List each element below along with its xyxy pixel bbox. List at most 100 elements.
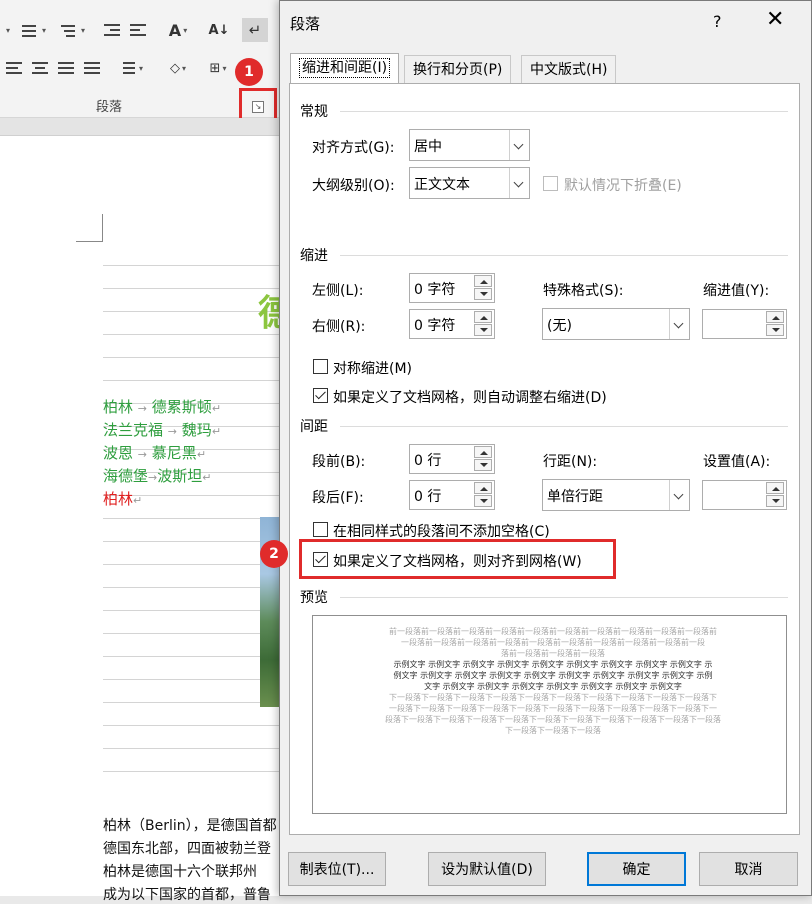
chevron-down-icon xyxy=(669,480,689,510)
separator xyxy=(340,426,788,427)
collapse-label: 默认情况下折叠(E) xyxy=(564,178,682,194)
ribbon-group-label: 段落 xyxy=(96,100,123,115)
line-spacing-label: 行距(N): xyxy=(543,454,598,470)
dialog-title: 段落 xyxy=(290,15,321,33)
spacing-at-label: 设置值(A): xyxy=(703,454,771,470)
spin-up-icon[interactable] xyxy=(766,482,784,494)
outline-level-label: 大纲级别(O): xyxy=(312,178,395,194)
collapse-checkbox[interactable] xyxy=(543,176,558,191)
preview-prev-line: 前一段落前一段落前一段落前一段落前一段落前一段落前一段落前一段落前一段落前一段落… xyxy=(389,627,717,636)
help-icon[interactable]: ? xyxy=(713,12,722,31)
spin-up-icon[interactable] xyxy=(766,311,784,323)
spin-down-icon[interactable] xyxy=(766,495,784,507)
chevron-down-icon xyxy=(669,309,689,339)
indent-by-spinner[interactable] xyxy=(702,309,787,339)
ok-button[interactable]: 确定 xyxy=(587,852,686,886)
decrease-indent-icon[interactable] xyxy=(100,18,124,42)
margin-corner-mark xyxy=(102,214,103,242)
paragraph-dialog-launcher-icon[interactable]: ↘ xyxy=(252,101,264,113)
sort-icon[interactable]: A↓ xyxy=(206,18,232,42)
preview-next-line: 下一段落下一段落下一段落下一段落下一段落下一段落下一段落下一段落下一段落下一段落… xyxy=(389,693,717,702)
mirror-indents-checkbox[interactable] xyxy=(313,359,328,374)
spin-down-icon[interactable] xyxy=(474,495,492,507)
spin-down-icon[interactable] xyxy=(474,288,492,300)
space-before-spinner[interactable]: 0 行 xyxy=(409,444,495,474)
no-space-same-style-checkbox[interactable] xyxy=(313,522,328,537)
special-format-select[interactable]: (无) xyxy=(542,308,690,340)
mirror-indents-label: 对称缩进(M) xyxy=(333,361,413,377)
document-line: 柏林 → 德累斯顿↵ xyxy=(103,398,222,416)
tab-indents-spacing[interactable]: 缩进和间距(I) xyxy=(290,53,400,83)
multilevel-list-icon[interactable]: ▾ xyxy=(54,18,90,42)
ruler xyxy=(0,118,290,136)
special-format-label: 特殊格式(S): xyxy=(543,283,624,299)
preview-sample-line: 例文字 示例文字 示例文字 示例文字 示例文字 示例文字 示例文字 示例文字 示… xyxy=(393,671,713,680)
show-marks-icon[interactable]: ↵ xyxy=(242,18,268,42)
spin-up-icon[interactable] xyxy=(474,446,492,458)
document-body-line: 柏林是德国十六个联邦州 xyxy=(103,864,257,880)
cancel-button[interactable]: 取消 xyxy=(699,852,798,886)
spin-down-icon[interactable] xyxy=(474,324,492,336)
document-body-line: 德国东北部，四面被勃兰登 xyxy=(103,841,271,857)
preview-next-line: 下一段落下一段落下一段落 xyxy=(505,726,601,735)
indent-right-label: 右侧(R): xyxy=(312,319,366,335)
indent-left-spinner[interactable]: 0 字符 xyxy=(409,273,495,303)
preview-sample-line: 文字 示例文字 示例文字 示例文字 示例文字 示例文字 示例文字 示例文字 xyxy=(424,682,682,691)
justify-icon[interactable] xyxy=(54,56,78,80)
bullets-icon[interactable]: ▾ xyxy=(0,18,14,42)
tab-line-page-breaks[interactable]: 换行和分页(P) xyxy=(404,55,512,83)
chinese-layout-icon[interactable]: A ▾ xyxy=(160,18,196,42)
shading-icon[interactable]: ◇ ▾ xyxy=(160,56,196,80)
close-icon[interactable]: ✕ xyxy=(766,8,784,32)
preview-prev-line: 落前一段落前一段落前一段落 xyxy=(501,649,605,658)
preview-prev-line: 一段落前一段落前一段落前一段落前一段落前一段落前一段落前一段落前一段落前一段 xyxy=(401,638,705,647)
tabs-button[interactable]: 制表位(T)... xyxy=(288,852,386,886)
margin-corner-mark xyxy=(76,241,103,242)
callout-badge-2: 2 xyxy=(260,540,288,568)
preview-next-line: 段落下一段落下一段落下一段落下一段落下一段落下一段落下一段落下一段落下一段落下一… xyxy=(385,715,721,724)
tab-asian-typography[interactable]: 中文版式(H) xyxy=(521,55,617,83)
set-default-button[interactable]: 设为默认值(D) xyxy=(428,852,546,886)
spin-down-icon[interactable] xyxy=(766,324,784,336)
alignment-select[interactable]: 居中 xyxy=(409,129,530,161)
separator xyxy=(340,111,788,112)
document-page[interactable] xyxy=(0,136,293,896)
auto-adjust-indent-checkbox[interactable] xyxy=(313,388,328,403)
spin-down-icon[interactable] xyxy=(474,459,492,471)
spin-up-icon[interactable] xyxy=(474,482,492,494)
space-after-label: 段后(F): xyxy=(312,490,364,506)
spin-up-icon[interactable] xyxy=(474,311,492,323)
numbering-icon[interactable]: ▾ xyxy=(16,18,50,42)
indent-left-label: 左侧(L): xyxy=(312,283,364,299)
chevron-down-icon xyxy=(509,168,529,198)
spin-up-icon[interactable] xyxy=(474,275,492,287)
auto-adjust-indent-label: 如果定义了文档网格，则自动调整右缩进(D) xyxy=(333,390,607,406)
line-spacing-select[interactable]: 单倍行距 xyxy=(542,479,690,511)
section-spacing: 间距 xyxy=(300,419,328,435)
space-after-spinner[interactable]: 0 行 xyxy=(409,480,495,510)
distributed-icon[interactable] xyxy=(80,56,104,80)
document-line: 法兰克福 → 魏玛↵ xyxy=(103,421,222,439)
document-line: 波恩 → 慕尼黑↵ xyxy=(103,444,207,462)
space-before-label: 段前(B): xyxy=(312,454,366,470)
indent-right-spinner[interactable]: 0 字符 xyxy=(409,309,495,339)
document-line: 海德堡→波斯坦↵ xyxy=(103,467,212,485)
preview-sample-line: 示例文字 示例文字 示例文字 示例文字 示例文字 示例文字 示例文字 示例文字 … xyxy=(393,660,713,669)
align-left-icon[interactable] xyxy=(2,56,26,80)
line-spacing-icon[interactable]: ▾ xyxy=(112,56,148,80)
document-body-line: 柏林（Berlin），是德国首都 xyxy=(103,818,277,834)
align-center-icon[interactable] xyxy=(28,56,52,80)
section-indentation: 缩进 xyxy=(300,248,328,264)
outline-level-select[interactable]: 正文文本 xyxy=(409,167,530,199)
alignment-label: 对齐方式(G): xyxy=(312,140,395,156)
separator xyxy=(340,255,788,256)
increase-indent-icon[interactable] xyxy=(126,18,150,42)
spacing-at-spinner[interactable] xyxy=(702,480,787,510)
preview-next-line: 一段落下一段落下一段落下一段落下一段落下一段落下一段落下一段落下一段落下一段落下… xyxy=(389,704,717,713)
no-space-same-style-label: 在相同样式的段落间不添加空格(C) xyxy=(333,524,550,540)
section-preview: 预览 xyxy=(300,590,328,606)
document-body-line: 成为以下国家的首都，普鲁 xyxy=(103,887,271,903)
borders-icon[interactable]: ⊞ ▾ xyxy=(200,56,236,80)
indent-by-label: 缩进值(Y): xyxy=(703,283,770,299)
snap-to-grid-highlight xyxy=(299,539,616,579)
